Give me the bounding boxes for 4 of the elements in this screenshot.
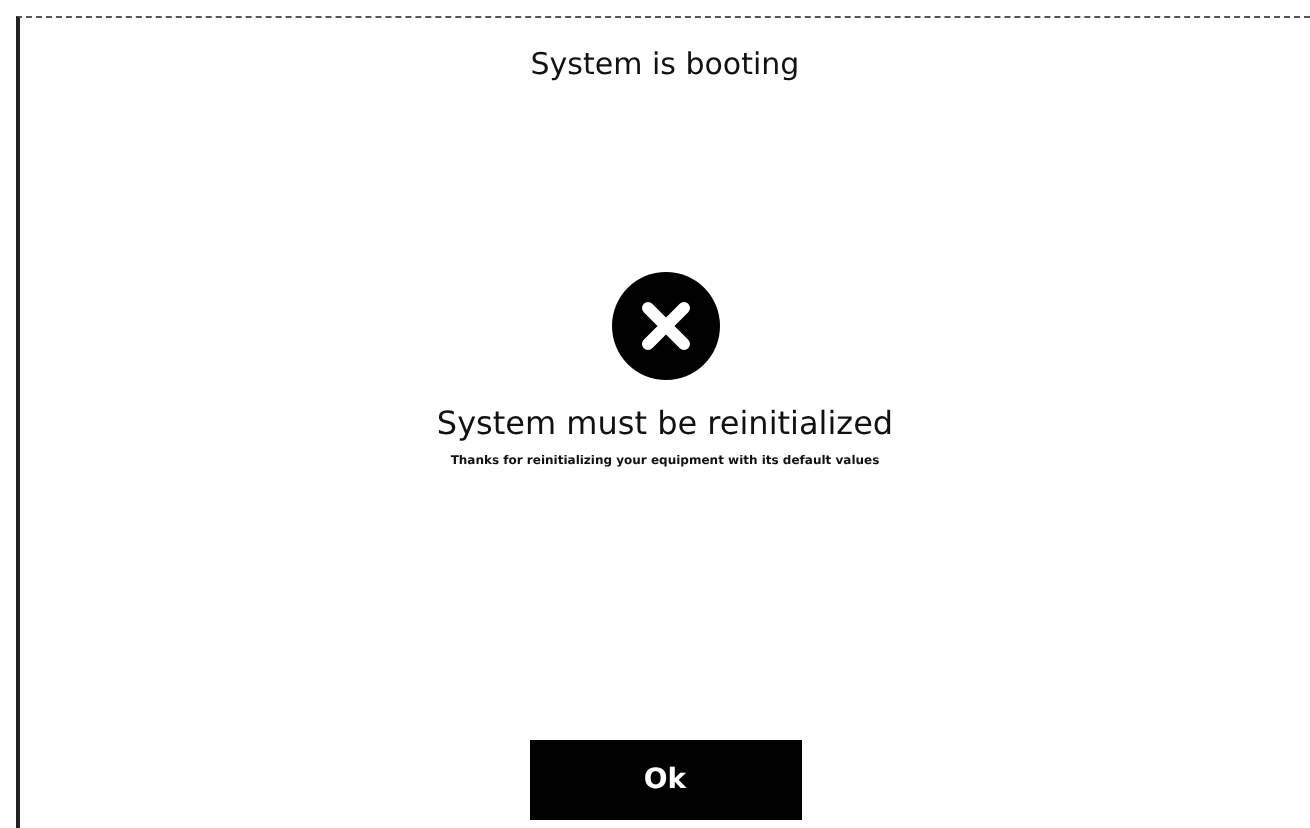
error-message: System must be reinitialized — [436, 404, 894, 442]
dialog-title: System is booting — [530, 46, 800, 82]
error-icon — [611, 272, 719, 380]
ok-button[interactable]: Ok — [529, 740, 801, 820]
